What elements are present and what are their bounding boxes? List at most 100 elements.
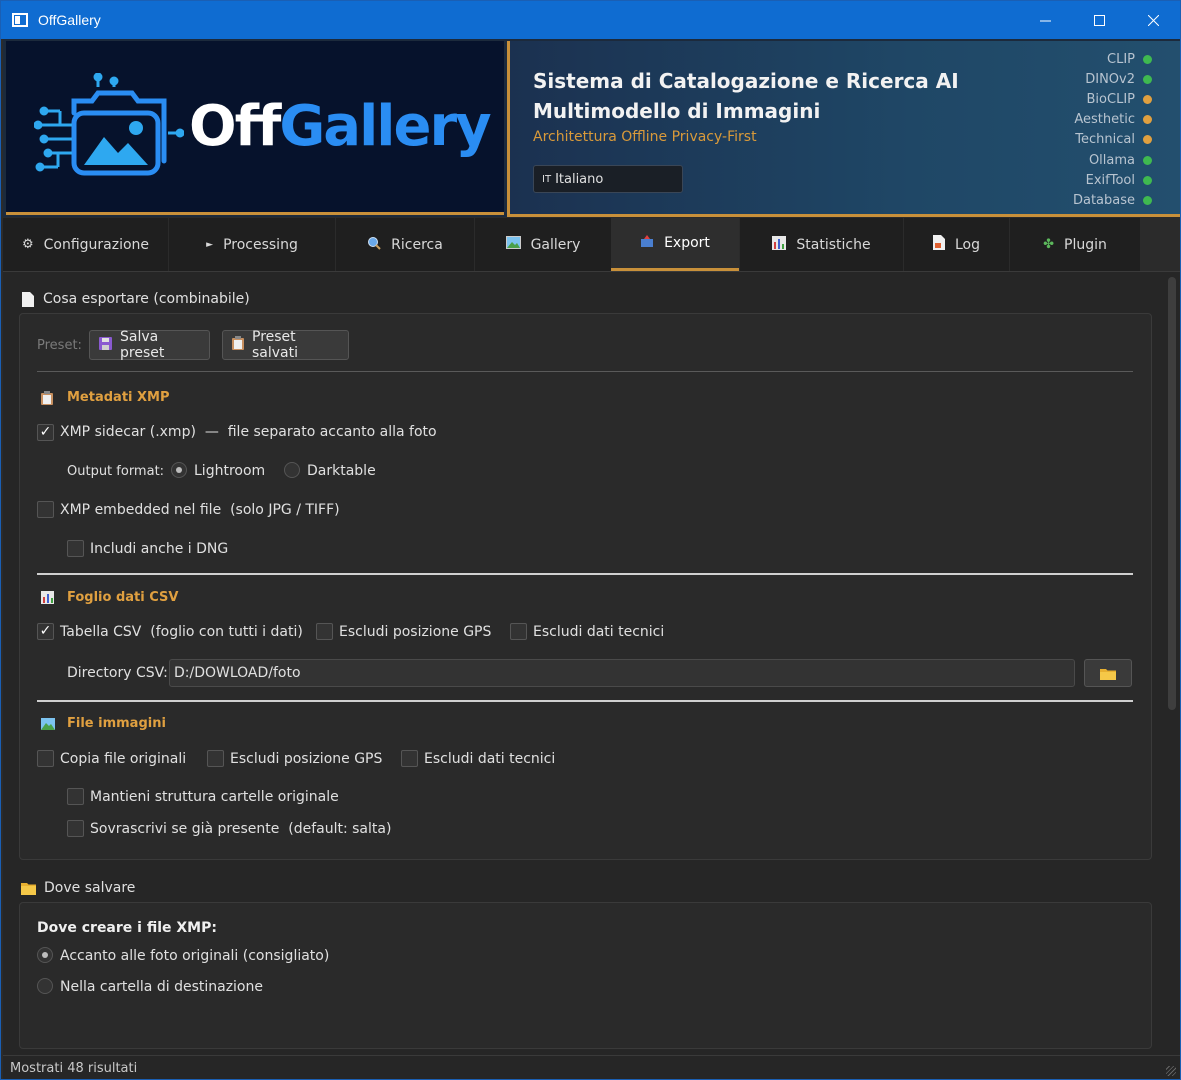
xmp-sidecar-text: XMP sidecar (.xmp) [60,424,196,440]
csv-exclude-tech-checkbox[interactable] [510,623,527,640]
logo-camera-icon [34,73,184,176]
logo-wordmark: OffGallery [189,94,492,159]
include-dng-label: Includi anche i DNG [90,541,229,557]
document-icon [22,291,34,307]
output-format-label: Output format: [67,464,165,479]
logo-banner: OffGallery [6,41,504,215]
status-text: Mostrati 48 risultati [10,1060,138,1076]
status-dot-icon [1143,135,1152,145]
app-subtitle: Architettura Offline Privacy-First [533,129,757,145]
images-exclude-tech-label: Escludi dati tecnici [424,751,556,767]
puzzle-icon: ✤ [1043,237,1055,252]
save-preset-button[interactable]: Salva preset [89,329,210,361]
status-dot-icon [1143,155,1152,165]
status-item-aesthetic: Aesthetic [1073,110,1152,130]
window-title: OffGallery [38,12,101,28]
status-dot-icon [1143,175,1152,185]
csv-exclude-gps-checkbox[interactable] [316,623,333,640]
format-lightroom-label: Lightroom [194,463,266,479]
close-button[interactable] [1126,1,1180,39]
browse-folder-button[interactable] [1084,659,1132,687]
xmp-embedded-description: (solo JPG / TIFF) [230,502,340,518]
xmp-sidecar-checkbox[interactable]: ✓ [37,424,54,441]
scrollbar-thumb[interactable] [1168,277,1176,710]
format-darktable-radio[interactable] [284,462,300,478]
copy-originals-label: Copia file originali [60,751,187,767]
status-dot-icon [1143,74,1152,84]
document-icon [932,235,945,254]
tab-configurazione[interactable]: ⚙ Configurazione [3,218,168,271]
floppy-disk-icon [99,336,112,354]
images-exclude-tech-checkbox[interactable] [401,750,418,767]
images-exclude-gps-label: Escludi posizione GPS [230,751,383,767]
destination-folder-label: Nella cartella di destinazione [60,979,263,995]
status-dot-icon [1143,54,1152,64]
minimize-button[interactable] [1018,1,1072,39]
tab-processing[interactable]: ► Processing [169,218,335,271]
xmp-sidecar-description: file separato accanto alla foto [227,424,437,440]
app-icon [12,13,28,27]
csv-directory-label: Directory CSV: [67,665,168,681]
tab-plugin[interactable]: ✤ Plugin [1010,218,1140,271]
xmp-embedded-checkbox[interactable] [37,501,54,518]
app-headline: Sistema di Catalogazione e Ricerca AI Mu… [533,66,963,126]
csv-subsection-header: Foglio dati CSV [41,590,178,605]
gear-icon: ⚙ [21,237,34,252]
status-label: BioCLIP [1086,91,1135,107]
resize-grip-icon[interactable] [1166,1066,1176,1076]
csv-table-checkbox[interactable]: ✓ [37,623,54,640]
include-dng-checkbox[interactable] [67,540,84,557]
tab-export[interactable]: Export [611,218,739,271]
tab-gallery[interactable]: Gallery [475,218,611,271]
keep-structure-checkbox[interactable] [67,788,84,805]
app-window: OffGallery OffGallery Sistema di Catalog… [0,0,1181,1080]
format-darktable-label: Darktable [307,463,376,479]
tab-label: Plugin [1064,236,1107,253]
status-dot-icon [1143,195,1152,205]
images-exclude-gps-checkbox[interactable] [207,750,224,767]
images-subsection-title: File immagini [67,716,166,731]
overwrite-label: Sovrascrivi se già presente (default: sa… [90,821,391,837]
csv-directory-input[interactable]: D:/DOWLOAD/foto [169,659,1075,687]
play-icon: ► [206,239,214,250]
xmp-sidecar-label: XMP sidecar (.xmp) — file separato accan… [60,424,437,440]
tab-log[interactable]: Log [904,218,1009,271]
status-bar: Mostrati 48 risultati [3,1055,1180,1079]
beside-originals-label: Accanto alle foto originali (consigliato… [60,948,330,964]
beside-originals-radio[interactable] [37,947,53,963]
tab-label: Ricerca [391,236,443,253]
clipboard-icon [41,390,53,405]
tab-label: Statistiche [796,236,871,253]
search-icon [367,236,381,254]
status-label: Aesthetic [1074,112,1135,128]
divider [37,371,1133,372]
format-lightroom-radio[interactable] [171,462,187,478]
status-label: Database [1072,192,1135,208]
copy-originals-checkbox[interactable] [37,750,54,767]
tab-statistiche[interactable]: Statistiche [740,218,903,271]
minimize-icon [1039,20,1051,21]
clipboard-icon [232,336,244,354]
language-select[interactable]: IT Italiano [533,165,683,193]
saved-presets-button[interactable]: Preset salvati [222,329,349,361]
xmp-location-heading: Dove creare i file XMP: [37,920,217,936]
language-value: Italiano [555,171,604,187]
vertical-scrollbar[interactable] [1165,275,1179,1051]
destination-folder-radio[interactable] [37,978,53,994]
status-item-database: Database [1073,190,1152,210]
csv-exclude-gps-label: Escludi posizione GPS [339,624,492,640]
export-options-group [19,313,1152,860]
csv-table-text: Tabella CSV [60,624,142,640]
status-item-technical: Technical [1073,130,1152,150]
overwrite-checkbox[interactable] [67,820,84,837]
tab-ricerca[interactable]: Ricerca [336,218,474,271]
csv-exclude-tech-label: Escludi dati tecnici [533,624,665,640]
status-label: Technical [1075,132,1135,148]
overwrite-text: Sovrascrivi se già presente [90,821,280,837]
status-item-bioclip: BioCLIP [1073,89,1152,109]
logo-text-gallery: Gallery [279,94,491,159]
maximize-button[interactable] [1072,1,1126,39]
tab-label: Processing [223,236,298,253]
outbox-icon [640,234,654,252]
picture-icon [41,717,55,730]
